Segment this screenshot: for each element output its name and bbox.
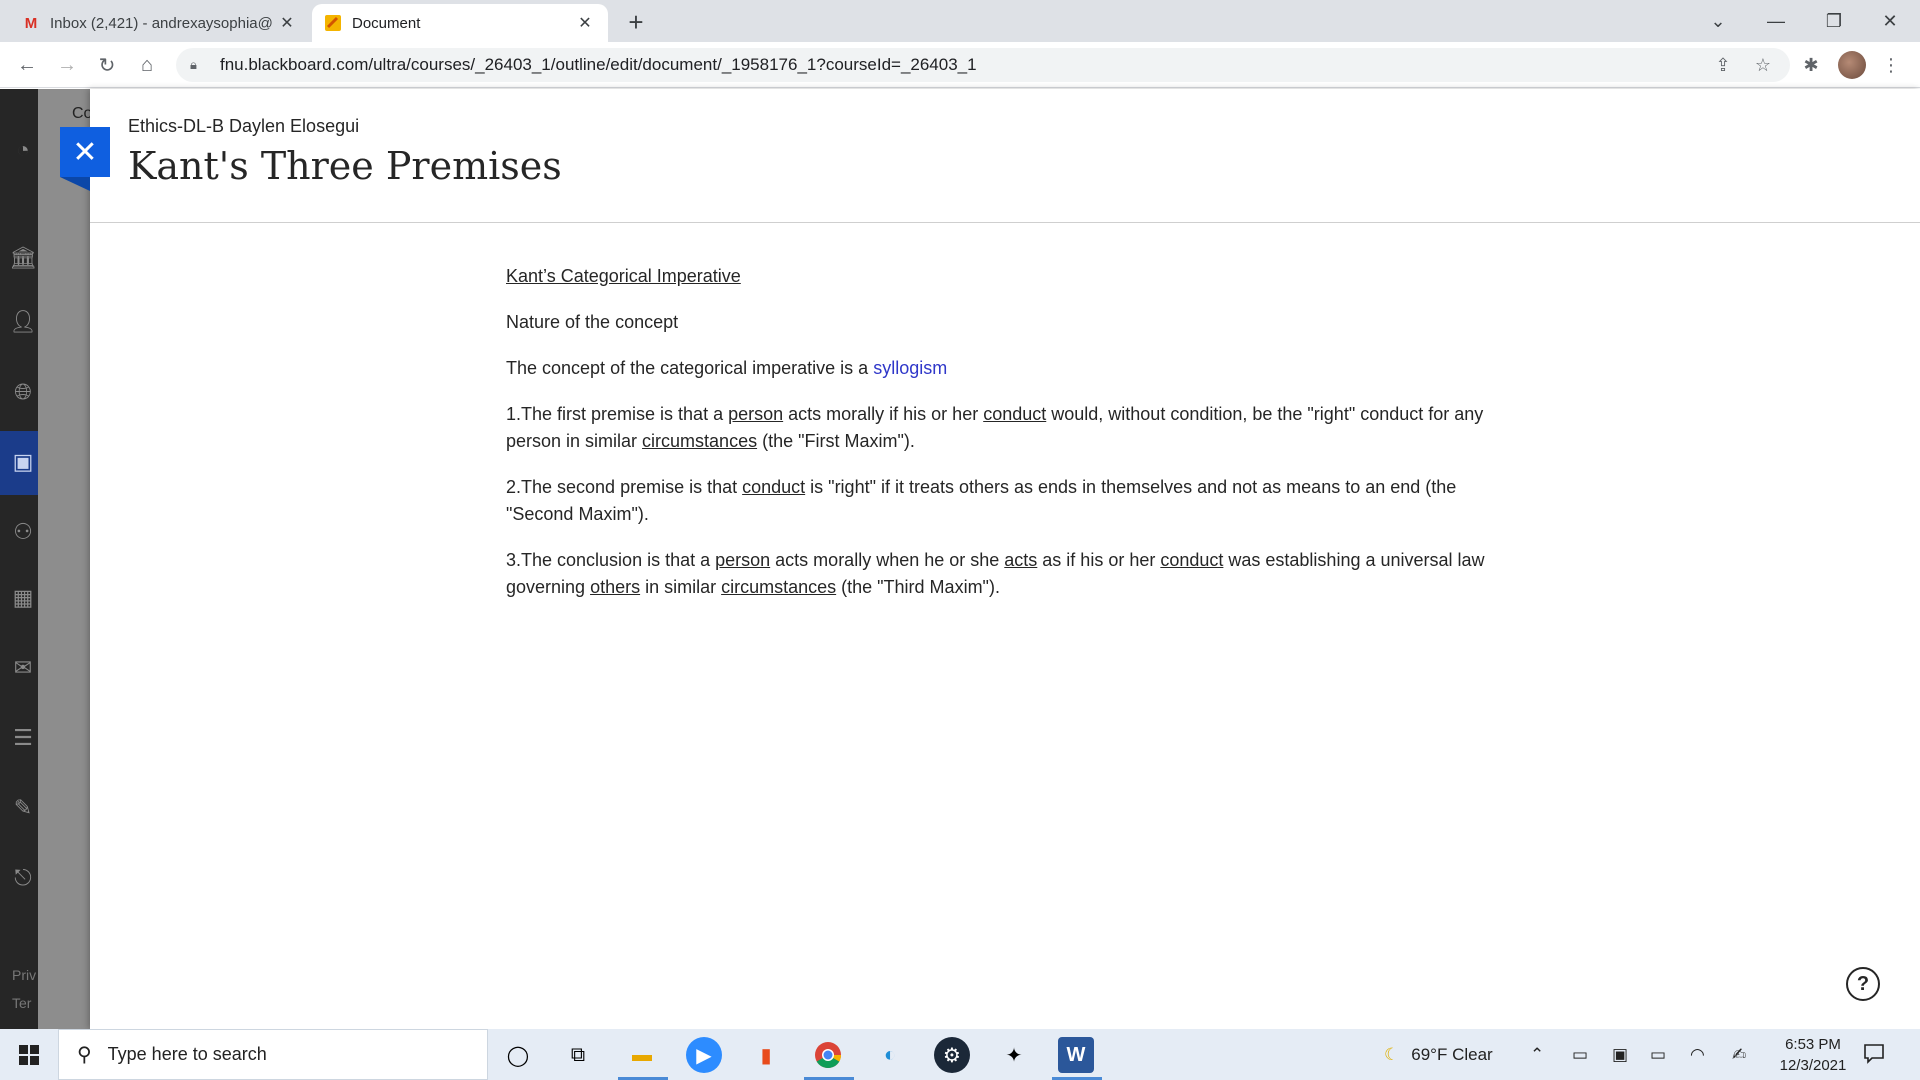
bookmark-star-icon[interactable]: ☆ [1748,50,1778,80]
privacy-link[interactable]: Priv [12,967,36,983]
weather-widget[interactable]: ☾ 69°F Clear [1384,1029,1493,1080]
back-button[interactable]: ← [12,50,42,80]
pen-icon[interactable]: ✍ [1732,1029,1746,1080]
notifications-icon[interactable] [1862,1041,1888,1067]
content-subheading: Nature of the concept [506,312,679,332]
home-button[interactable]: ⌂ [132,50,162,80]
search-placeholder: Type here to search [107,1044,267,1064]
content-heading: Kant’s Categorical Imperative [506,266,741,286]
edge-icon[interactable]: ◐ [872,1037,908,1073]
show-hidden-icons-icon[interactable]: ⌃ [1530,1029,1544,1080]
close-icon[interactable]: ✕ [574,12,596,34]
zoom-icon[interactable]: ▶ [686,1037,722,1073]
document-content: Kant’s Categorical Imperative Nature of … [506,263,1506,620]
gmail-icon: M [24,14,38,32]
tab-document[interactable]: Document ✕ [312,4,608,42]
globe-icon[interactable]: 🌐︎ [10,379,36,405]
institution-icon[interactable]: ◔ [10,137,36,163]
browser-tab-strip: M Inbox (2,421) - andrexaysophia@ ✕ Docu… [0,0,1920,42]
document-panel: Ethics-DL-B Daylen Elosegui Kant's Three… [90,89,1920,1029]
document-icon [324,14,342,32]
messages-icon[interactable]: ✉ [10,655,36,681]
task-view-icon[interactable]: ⧉ [560,1037,596,1073]
moon-icon: ☾ [1384,1044,1400,1064]
lock-icon: 🔒︎ [190,57,197,72]
cortana-icon[interactable]: ◯ [500,1037,536,1073]
reload-button[interactable]: ↻ [92,50,122,80]
tab-title: Inbox (2,421) - andrexaysophia@ [50,14,273,32]
organizations-icon[interactable]: ⚇ [10,519,36,545]
clock-date: 12/3/2021 [1779,1057,1847,1074]
office-icon[interactable]: ▮ [748,1037,784,1073]
display-icon[interactable]: ▣ [1612,1029,1628,1080]
institution-page-icon[interactable]: 🏛︎ [9,245,37,271]
new-tab-button[interactable]: + [622,7,650,37]
tab-title: Document [352,14,421,32]
weather-text: 69°F Clear [1411,1044,1493,1064]
forward-button[interactable]: → [52,50,82,80]
intro-paragraph: The concept of the categorical imperativ… [506,358,948,378]
calendar-icon[interactable]: ▦ [10,585,36,611]
file-explorer-icon[interactable]: ▬ [624,1037,660,1073]
clock-time: 6:53 PM [1785,1036,1841,1053]
taskbar-clock[interactable]: 6:53 PM 12/3/2021 [1768,1034,1858,1076]
windows-start-icon[interactable] [0,1029,58,1080]
restore-button[interactable]: ❐ [1806,0,1862,42]
premise-3-paragraph: 3.The conclusion is that a person acts m… [506,550,1485,597]
help-icon[interactable]: ? [1846,967,1880,1001]
tab-search-chevron-icon[interactable]: ⌄ [1690,0,1746,42]
profile-icon[interactable]: 👤︎ [9,309,37,335]
meet-now-icon[interactable]: ▭ [1572,1029,1588,1080]
course-name: Ethics-DL-B Daylen Elosegui [128,116,360,136]
chrome-icon[interactable] [810,1037,846,1073]
windows-taskbar: ⚲ Type here to search ◯ ⧉ ▬ ▶ ▮ ◐ ⚙ ✦ W … [0,1029,1920,1080]
profile-avatar[interactable] [1838,51,1866,79]
syllogism-link[interactable]: syllogism [873,358,947,378]
menu-kebab-icon[interactable]: ⋮ [1876,50,1906,80]
share-icon[interactable]: ⇪ [1708,50,1738,80]
premise-2-paragraph: 2.The second premise is that conduct is … [506,477,1457,524]
steam-icon[interactable]: ⚙ [934,1037,970,1073]
grades-icon[interactable]: ☰ [10,725,36,751]
search-icon: ⚲ [77,1044,92,1066]
minimize-button[interactable]: — [1748,0,1804,42]
word-icon[interactable]: W [1058,1037,1094,1073]
close-icon[interactable]: ✕ [276,12,298,34]
browser-toolbar: ← → ↻ ⌂ 🔒︎ fnu.blackboard.com/ultra/cour… [0,42,1920,88]
courses-icon[interactable]: ▣ [10,449,36,475]
wifi-icon[interactable]: ◠ [1690,1029,1705,1080]
background-overlay: Co [38,89,92,1029]
game-app-icon[interactable]: ✦ [996,1037,1032,1073]
battery-icon[interactable]: ▭ [1650,1029,1666,1080]
terms-link[interactable]: Ter [12,995,31,1011]
address-bar[interactable]: 🔒︎ fnu.blackboard.com/ultra/courses/_264… [176,48,1790,82]
blackboard-sidebar: ◔ 🏛︎ 👤︎ 🌐︎ ▣ ⚇ ▦ ✉ ☰ ✎ ⎋ Priv Ter [0,89,38,1029]
tab-gmail[interactable]: M Inbox (2,421) - andrexaysophia@ ✕ [10,4,310,42]
page-title: Kant's Three Premises [128,144,562,188]
close-panel-button[interactable]: ✕ [60,127,110,191]
taskbar-search-input[interactable]: ⚲ Type here to search [58,1029,488,1080]
tools-icon[interactable]: ✎ [10,795,36,821]
sign-out-icon[interactable]: ⎋ [10,865,36,891]
panel-header: Ethics-DL-B Daylen Elosegui Kant's Three… [90,89,1920,223]
extensions-icon[interactable]: ✱ [1796,50,1826,80]
premise-1-paragraph: 1.The first premise is that a person act… [506,404,1484,451]
url-text: fnu.blackboard.com/ultra/courses/_26403_… [220,55,977,74]
close-window-button[interactable]: ✕ [1862,0,1918,42]
